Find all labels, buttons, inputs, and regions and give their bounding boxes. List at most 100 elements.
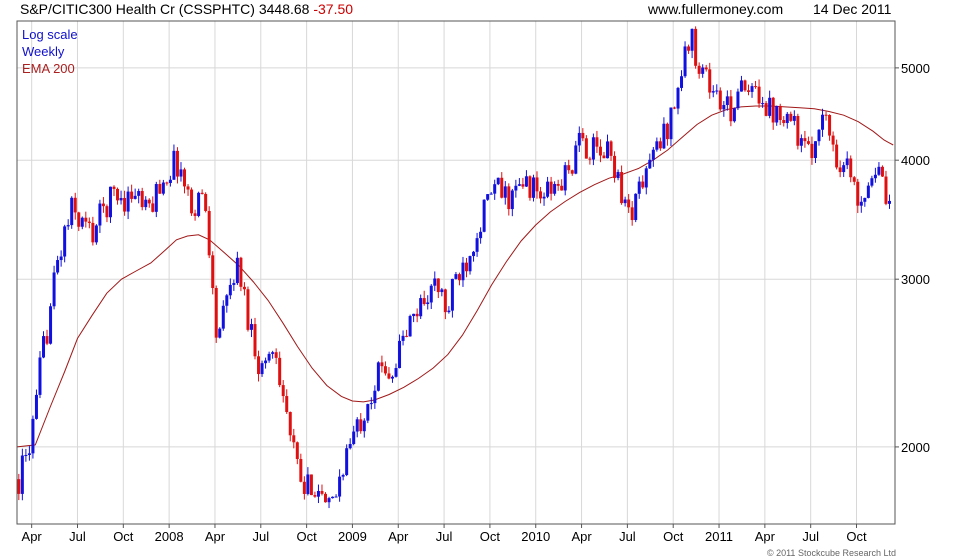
candle-body	[207, 210, 211, 256]
candle-body	[768, 97, 772, 116]
candle-body	[56, 260, 60, 273]
x-tick-label: Apr	[22, 529, 43, 544]
y-tick-label: 4000	[901, 153, 930, 168]
candle-body	[697, 65, 701, 74]
candle-body	[401, 335, 405, 341]
candle-body	[137, 191, 141, 196]
website-link[interactable]: www.fullermoney.com	[648, 1, 783, 17]
candle-body	[436, 278, 440, 293]
candle-body	[803, 138, 807, 142]
candle-body	[676, 87, 680, 109]
candle-body	[341, 475, 345, 477]
candle-body	[84, 217, 88, 222]
candle-body	[687, 46, 691, 51]
candle-body	[465, 262, 469, 272]
candle-body	[161, 182, 165, 194]
candle-body	[472, 251, 476, 257]
candle-body	[94, 225, 98, 243]
candle-body	[457, 274, 461, 281]
candle-body	[835, 144, 839, 168]
candle-body	[288, 412, 292, 436]
candle-body	[842, 165, 846, 173]
candle-body	[574, 145, 578, 174]
candle-body	[627, 199, 631, 208]
candle-body	[338, 476, 342, 497]
candle-body	[817, 129, 821, 142]
candle-body	[249, 324, 253, 330]
candle-body	[496, 177, 500, 185]
candle-body	[711, 91, 715, 93]
candle-body	[405, 335, 409, 337]
candle-body	[211, 255, 215, 288]
candle-body	[591, 137, 595, 160]
candle-body	[394, 368, 398, 377]
candle-body	[641, 181, 645, 188]
candle-body	[320, 490, 324, 494]
candle-body	[183, 169, 187, 187]
candle-body	[662, 123, 666, 149]
candle-body	[313, 495, 317, 497]
candle-body	[242, 286, 246, 290]
candle-body	[715, 90, 719, 92]
instrument-name: S&P/CITIC300 Health Cr (CSSPHTC)	[20, 1, 255, 17]
candle-body	[503, 186, 507, 198]
candle-body	[130, 191, 134, 199]
candle-body	[73, 197, 77, 213]
candle-body	[98, 203, 102, 226]
candle-body	[524, 176, 528, 187]
x-tick-label: Oct	[846, 529, 867, 544]
candle-body	[179, 169, 183, 177]
candle-body	[754, 86, 758, 88]
candle-body	[870, 178, 874, 186]
candle-body	[609, 141, 613, 156]
candle-body	[271, 352, 275, 354]
candle-body	[412, 313, 416, 317]
candle-body	[331, 496, 335, 499]
candle-body	[133, 195, 137, 199]
candle-body	[426, 302, 430, 305]
candle-body	[316, 490, 320, 497]
candle-body	[419, 298, 423, 317]
candle-body	[747, 90, 751, 92]
candle-body	[302, 481, 306, 494]
candle-body	[736, 91, 740, 109]
x-tick-label: Jul	[69, 529, 86, 544]
candle-body	[683, 46, 687, 77]
x-tick-label: 2009	[338, 529, 367, 544]
candle-body	[380, 362, 384, 367]
candle-body	[856, 181, 860, 206]
candle-body	[63, 226, 67, 257]
candle-body	[732, 108, 736, 122]
candle-body	[352, 431, 356, 444]
candle-body	[542, 196, 546, 199]
candle-body	[429, 285, 433, 303]
candle-body	[327, 498, 331, 503]
candle-body	[281, 385, 285, 397]
candle-body	[468, 256, 472, 272]
candle-body	[539, 191, 543, 199]
candle-body	[422, 298, 426, 305]
y-tick-label: 2000	[901, 440, 930, 455]
candle-body	[873, 174, 877, 179]
candle-body	[722, 105, 726, 110]
copyright-note: © 2011 Stockcube Research Ltd	[766, 548, 896, 558]
x-tick-label: Oct	[113, 529, 134, 544]
candle-body	[606, 141, 610, 159]
candle-body	[221, 305, 225, 329]
candle-body	[845, 158, 849, 166]
candle-body	[718, 90, 722, 110]
candle-body	[757, 86, 761, 104]
candle-body	[549, 181, 553, 194]
candle-body	[761, 103, 765, 105]
candle-body	[778, 105, 782, 121]
candle-body	[334, 496, 338, 498]
candle-body	[838, 167, 842, 173]
candle-body	[704, 67, 708, 70]
y-tick-label: 3000	[901, 272, 930, 287]
candle-body	[66, 225, 70, 227]
candle-body	[306, 474, 310, 494]
candle-body	[225, 295, 229, 306]
candle-body	[849, 158, 853, 178]
candle-body	[87, 221, 91, 223]
candle-body	[563, 165, 567, 191]
